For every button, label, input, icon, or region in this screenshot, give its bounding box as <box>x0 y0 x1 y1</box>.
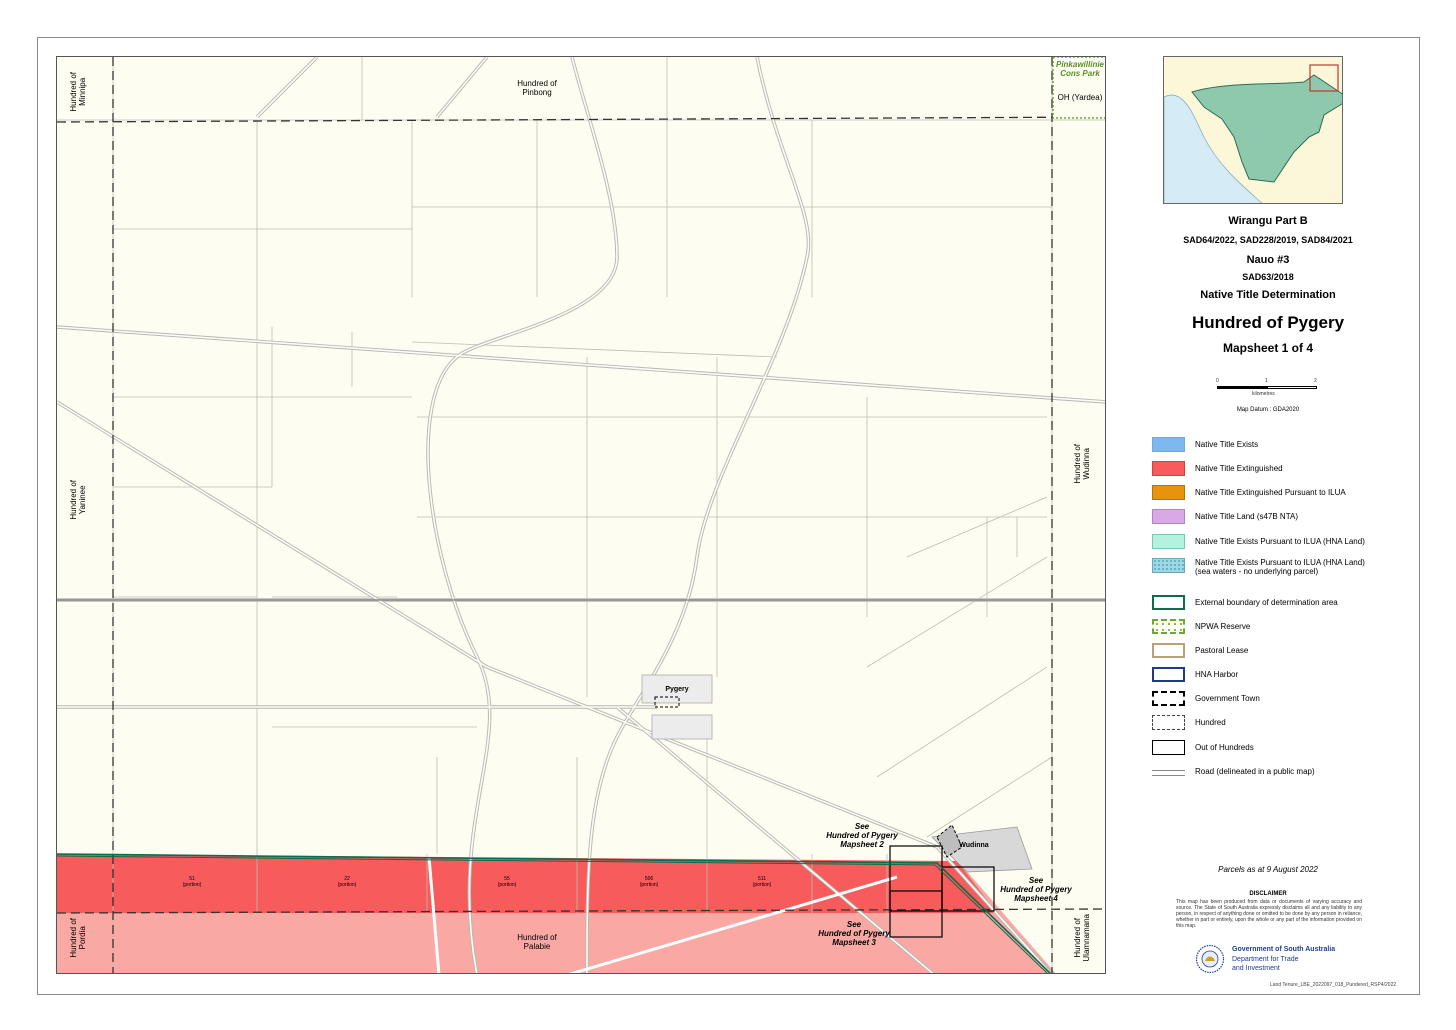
page-title: Hundred of Pygery <box>1191 313 1345 332</box>
legend-road-symbol <box>1152 770 1185 776</box>
label-hundred-pordia: Hundred of Pordia <box>69 918 87 958</box>
parcels-date: Parcels as at 9 August 2022 <box>1218 865 1318 874</box>
legend-swatch <box>1152 667 1185 682</box>
parcel-label: 55 (portion) <box>497 876 517 888</box>
title-block: Wirangu Part B SAD64/2022, SAD228/2019, … <box>1150 215 1386 355</box>
government-name: Government of South Australia Department… <box>1232 946 1336 972</box>
sa-government-logo <box>1195 944 1225 974</box>
legend-swatch <box>1152 691 1185 706</box>
legend-item: Government Town <box>1152 691 1412 709</box>
legend-swatch <box>1152 461 1185 476</box>
parcel-label: 22 (portion) <box>337 876 357 888</box>
legend-swatch <box>1152 595 1185 610</box>
scale-bar: 0 1 2 kilometres <box>1216 378 1317 397</box>
label-town-wudinna: Wudinna <box>959 842 989 849</box>
legend-item: Hundred <box>1152 715 1412 733</box>
legend-item: Native Title Exists Pursuant to ILUA (HN… <box>1152 558 1412 582</box>
legend-item: Native Title Land (s47B NTA) <box>1152 509 1412 527</box>
label-town-pygery: Pygery <box>665 686 689 693</box>
inset-canvas <box>1164 57 1342 203</box>
disclaimer-body: This map has been produced from data or … <box>1176 899 1362 929</box>
label-hundred-wudinna: Hundred of Wudinna <box>1073 444 1091 484</box>
label-hundred-yaninee: Hundred of Yaninee <box>69 480 87 520</box>
legend-item: Native Title Extinguished <box>1152 461 1412 479</box>
title-claim-2: Nauo #3 <box>1246 254 1290 266</box>
legend-item: Road (delineated in a public map) <box>1152 765 1412 783</box>
legend-swatch <box>1152 715 1185 730</box>
legend-swatch <box>1152 534 1185 549</box>
legend-item: Pastoral Lease <box>1152 643 1412 661</box>
inset-locator-map <box>1163 56 1343 204</box>
map-canvas <box>57 57 1105 973</box>
title-case-numbers: SAD64/2022, SAD228/2019, SAD84/2021 <box>1183 235 1353 245</box>
label-hundred-ulamnamana: Hundred of Ulamnamana <box>1073 914 1091 962</box>
see-mapsheet-3[interactable]: See Hundred of Pygery Mapsheet 3 <box>809 920 899 948</box>
see-mapsheet-4[interactable]: See Hundred of Pygery Mapsheet 4 <box>991 876 1081 904</box>
disclaimer-title: DISCLAIMER <box>1249 891 1287 897</box>
label-hundred-minnipa: Hundred of Minnipa <box>69 72 87 112</box>
label-hundred-palabie: Hundred of Palabie <box>517 933 557 952</box>
legend-swatch <box>1152 485 1185 500</box>
legend-item: HNA Harbor <box>1152 667 1412 685</box>
legend-swatch <box>1152 558 1185 573</box>
legend-item: NPWA Reserve <box>1152 619 1412 637</box>
legend-item: Out of Hundreds <box>1152 740 1412 758</box>
map-frame: Hundred of Pinbong Hundred of Minnipa Hu… <box>56 56 1106 974</box>
title-determination: Native Title Determination <box>1200 289 1336 301</box>
map-datum: Map Datum : GDA2020 <box>1236 407 1300 413</box>
see-mapsheet-2[interactable]: See Hundred of Pygery Mapsheet 2 <box>817 822 907 850</box>
parcel-label: 506 (portion) <box>639 876 659 888</box>
label-oh-yardea: OH (Yardea) <box>1057 93 1103 102</box>
mapsheet-number: Mapsheet 1 of 4 <box>1222 341 1314 355</box>
legend-swatch <box>1152 437 1185 452</box>
legend-swatch <box>1152 619 1185 634</box>
legend-swatch <box>1152 740 1185 755</box>
label-reserve: Pinkawillinie Cons Park <box>1055 60 1104 79</box>
legend-item: Native Title Extinguished Pursuant to IL… <box>1152 485 1412 503</box>
title-claim: Wirangu Part B <box>1228 215 1308 227</box>
title-case-number-2: SAD63/2018 <box>1242 272 1294 282</box>
legend-swatch <box>1152 509 1185 524</box>
legend-item: Native Title Exists Pursuant to ILUA (HN… <box>1152 534 1412 552</box>
parcel-label: 511 (portion) <box>752 876 772 888</box>
label-hundred-pinbong: Hundred of Pinbong <box>517 79 557 98</box>
legend-item: Native Title Exists <box>1152 437 1412 455</box>
legend-swatch <box>1152 643 1185 658</box>
legend-item: External boundary of determination area <box>1152 595 1412 613</box>
parcel-label: 51 (portion) <box>182 876 202 888</box>
document-reference: Land Tenure_LBE_2022097_018_Pundered_RSP… <box>1270 982 1397 988</box>
